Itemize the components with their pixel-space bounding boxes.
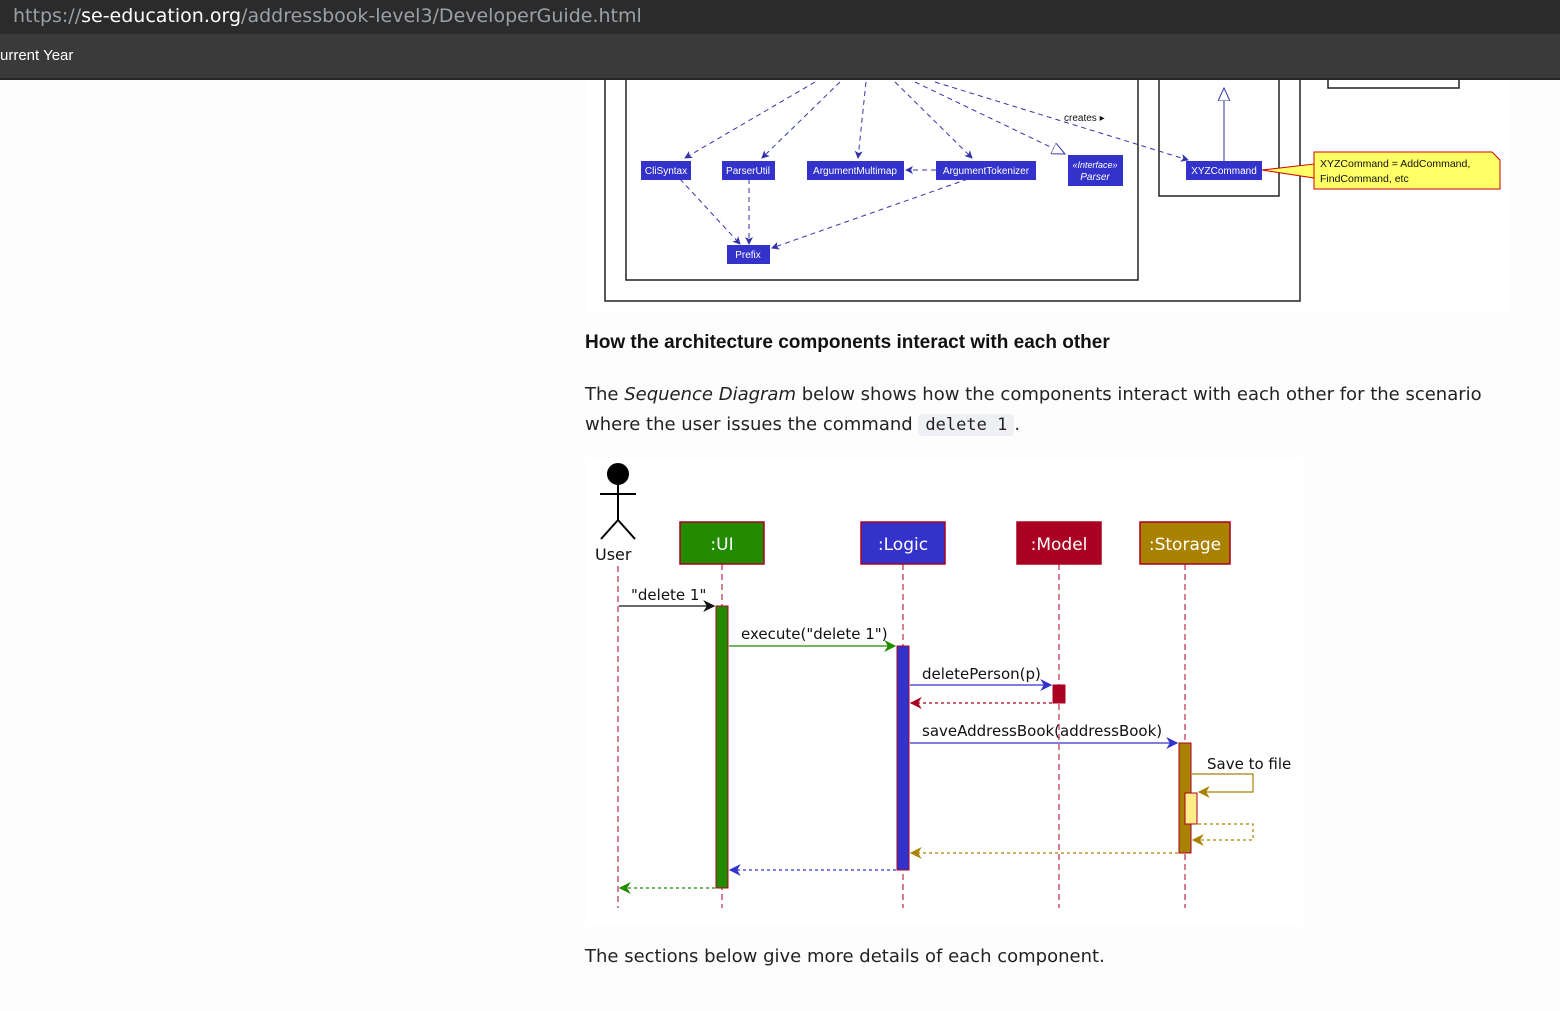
activation-ui (715, 605, 729, 889)
class-diagram-bg (586, 80, 1510, 312)
msg-save-to-file-label: Save to file (1207, 755, 1291, 773)
participant-ui: :UI (710, 535, 733, 555)
url-scheme: https:// (13, 5, 82, 27)
note-line-1: XYZCommand = AddCommand, (1320, 158, 1470, 170)
site-navbar: urrent Year (0, 34, 1560, 80)
logic-class-diagram: creates ▸ CliSyntax ParserUtil ArgumentM… (586, 80, 1510, 312)
participant-storage: :Storage (1149, 535, 1221, 555)
sequence-diagram: User :UI :Logic :Model :Storage "delete … (586, 458, 1303, 926)
class-parser-stereotype: «Interface» (1072, 160, 1117, 170)
url-text[interactable]: https://se-education.org/addressbook-lev… (13, 0, 642, 32)
intro-paragraph: The Sequence Diagram below shows how the… (585, 380, 1485, 440)
class-clisyntax: CliSyntax (645, 166, 687, 177)
inline-code: delete 1 (918, 414, 1015, 436)
msg-execute-label: execute("delete 1") (741, 625, 888, 643)
address-bar[interactable]: https://se-education.org/addressbook-lev… (0, 0, 1560, 34)
participant-logic: :Logic (878, 535, 928, 555)
creates-label: creates ▸ (1064, 113, 1105, 124)
activation-model (1052, 684, 1066, 704)
class-argumentmultimap: ArgumentMultimap (813, 166, 897, 177)
page-content: creates ▸ CliSyntax ParserUtil ArgumentM… (0, 80, 1560, 1011)
actor-user-label: User (595, 545, 632, 564)
class-xyzcommand: XYZCommand (1191, 166, 1257, 177)
para-text: . (1014, 414, 1021, 435)
url-host: se-education.org (81, 5, 242, 27)
class-argumenttokenizer: ArgumentTokenizer (943, 166, 1030, 177)
closing-paragraph: The sections below give more details of … (585, 946, 1105, 967)
class-prefix: Prefix (735, 250, 761, 261)
url-path: /addressbook-level3/DeveloperGuide.html (241, 5, 642, 27)
note-line-2: FindCommand, etc (1320, 173, 1409, 185)
class-parser: Parser (1080, 172, 1110, 183)
class-parserutil: ParserUtil (726, 166, 770, 177)
nav-item-current-year[interactable]: urrent Year (0, 47, 73, 64)
activation-logic (896, 645, 910, 871)
activation-storage-self (1184, 792, 1198, 825)
msg-delete-person-label: deletePerson(p) (922, 665, 1041, 683)
msg-save-label: saveAddressBook(addressBook) (922, 722, 1162, 740)
msg-delete-label: "delete 1" (631, 586, 706, 604)
para-emphasis: Sequence Diagram (624, 384, 796, 405)
section-heading: How the architecture components interact… (585, 332, 1110, 353)
para-text: The (585, 384, 625, 405)
participant-model: :Model (1031, 535, 1088, 555)
